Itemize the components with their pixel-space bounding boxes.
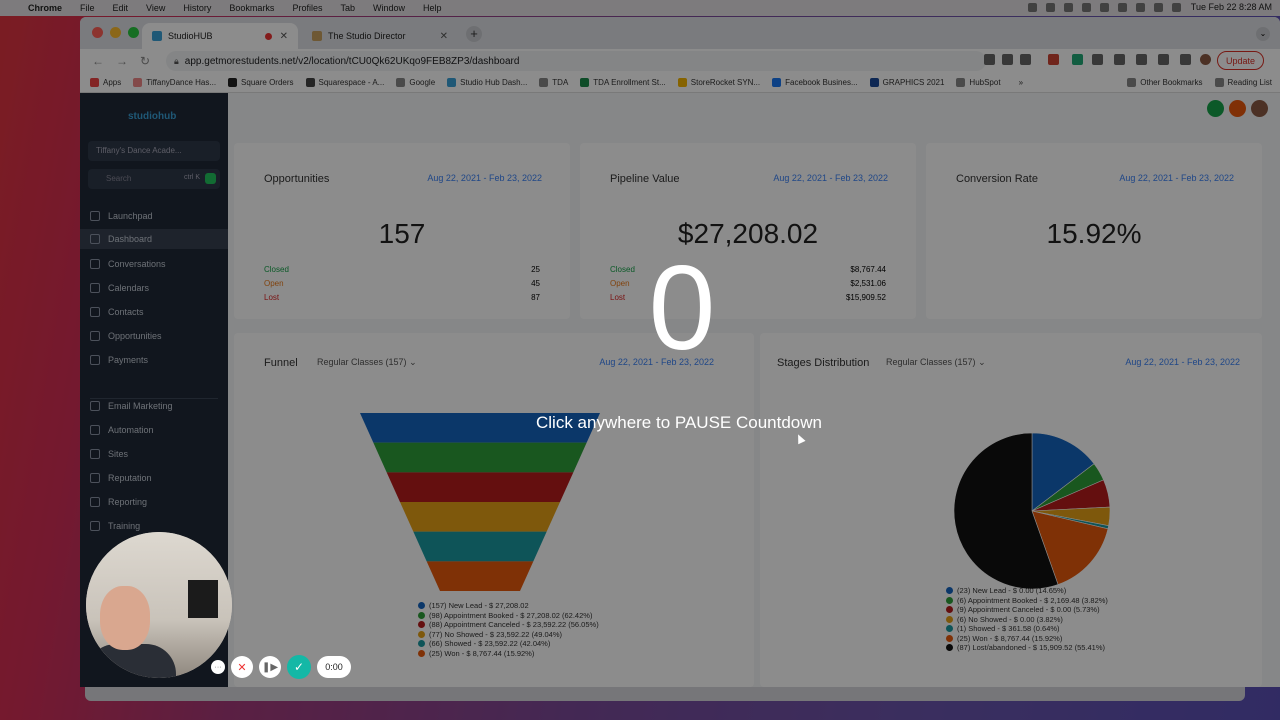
recording-timer: 0:00: [317, 656, 351, 678]
more-options-button[interactable]: ···: [211, 660, 225, 674]
more-icon: ···: [214, 663, 222, 671]
pause-recording-button[interactable]: ❚▶: [259, 656, 281, 678]
pause-countdown-message: Click anywhere to PAUSE Countdown: [536, 413, 822, 432]
webcam-person-head: [100, 586, 150, 650]
delete-recording-button[interactable]: ✕: [231, 656, 253, 678]
recorder-controls: ··· ✕ ❚▶ ✓ 0:00: [211, 655, 357, 679]
webcam-monitor: [188, 580, 218, 618]
countdown-number: 0: [648, 241, 716, 375]
finish-recording-button[interactable]: ✓: [287, 655, 311, 679]
pause-play-icon: ❚▶: [261, 661, 279, 673]
check-icon: ✓: [293, 660, 305, 674]
close-icon: ✕: [237, 661, 247, 674]
